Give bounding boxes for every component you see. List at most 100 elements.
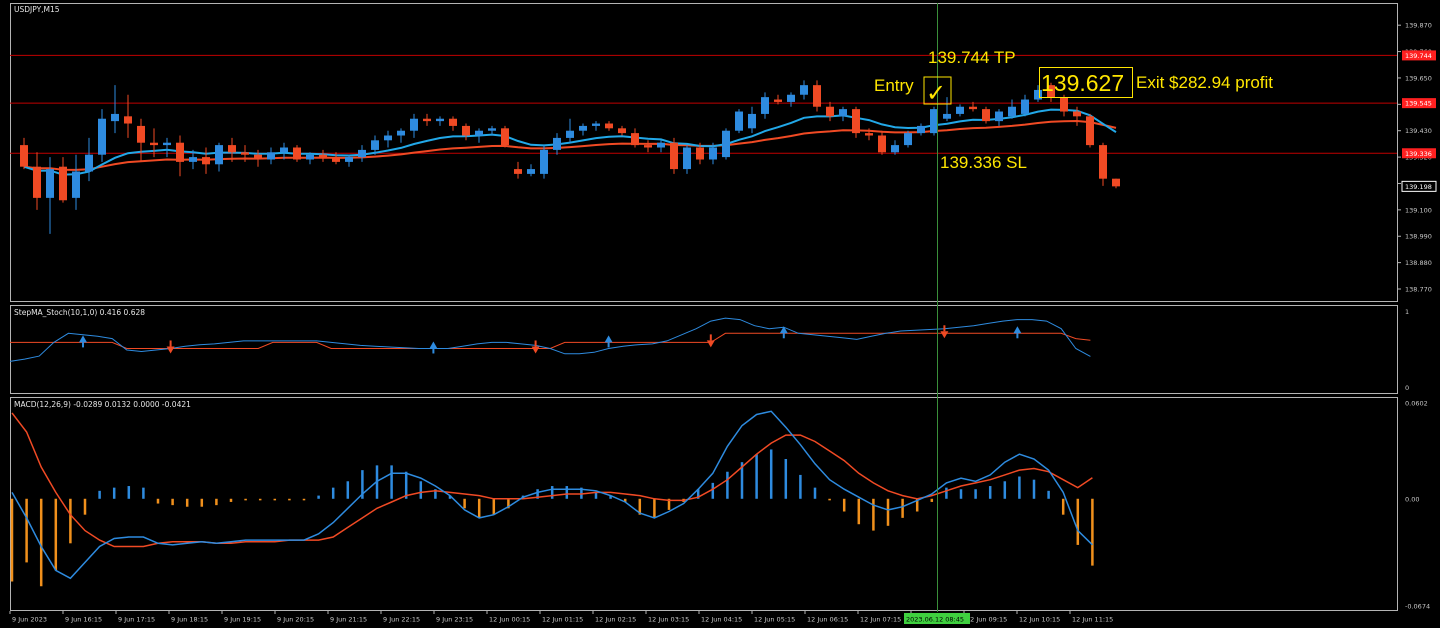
time-axis-label: 12 Jun 04:15 bbox=[701, 616, 742, 624]
time-axis-label: 9 Jun 17:15 bbox=[118, 616, 155, 624]
candle-body bbox=[644, 145, 652, 148]
candle bbox=[826, 101, 834, 122]
time-axis-label: 12 Jun 05:15 bbox=[754, 616, 795, 624]
stoch-indicator-panel[interactable] bbox=[10, 305, 1398, 394]
candle-body bbox=[1112, 178, 1120, 187]
candle-body bbox=[696, 147, 704, 160]
candle bbox=[917, 123, 925, 136]
price-tag-label: 139.744 bbox=[1405, 52, 1432, 60]
candle bbox=[137, 118, 145, 162]
time-axis-label: 9 Jun 18:15 bbox=[171, 616, 208, 624]
candle-body bbox=[839, 109, 847, 117]
candle-body bbox=[1073, 111, 1081, 117]
candle-body bbox=[215, 145, 223, 165]
candle bbox=[904, 130, 912, 148]
candle bbox=[813, 80, 821, 112]
tp-annotation: 139.744 TP bbox=[928, 48, 1016, 67]
arrow-head bbox=[706, 340, 715, 348]
candle bbox=[878, 130, 886, 155]
stoch-axis-label: 0 bbox=[1405, 384, 1409, 392]
candle bbox=[98, 109, 106, 162]
candle bbox=[293, 145, 301, 162]
candle bbox=[20, 137, 28, 170]
price-axis-label: 139.650 bbox=[1405, 74, 1432, 82]
chart-canvas[interactable]: 139.870139.760139.650139.540139.430139.3… bbox=[0, 0, 1440, 624]
candle bbox=[930, 106, 938, 136]
signal-arrow-up-icon bbox=[79, 335, 87, 348]
stoch-signal-line bbox=[10, 332, 1091, 349]
macd-indicator-panel[interactable] bbox=[10, 397, 1398, 611]
arrow-head bbox=[166, 346, 175, 354]
candle bbox=[592, 121, 600, 131]
candle-body bbox=[462, 125, 470, 136]
time-axis-label: 9 Jun 20:15 bbox=[277, 616, 314, 624]
time-axis-label: 12 Jun 02:15 bbox=[595, 616, 636, 624]
candle-body bbox=[982, 109, 990, 122]
cursor-time-label: 2023.06.12 08:45 bbox=[906, 616, 964, 624]
candle-body bbox=[33, 166, 41, 198]
candle-body bbox=[670, 142, 678, 170]
candle-body bbox=[137, 125, 145, 143]
candle bbox=[579, 123, 587, 136]
candle bbox=[748, 106, 756, 134]
candle-body bbox=[683, 147, 691, 170]
candle-body bbox=[1099, 145, 1107, 179]
candle bbox=[33, 152, 41, 210]
stoch-title: StepMA_Stoch(10,1,0) 0.416 0.628 bbox=[14, 308, 145, 317]
candle bbox=[1021, 94, 1029, 117]
macd-axis-label: -0.0674 bbox=[1405, 603, 1430, 611]
candle bbox=[995, 109, 1003, 126]
signal-arrow-down-icon bbox=[940, 325, 949, 339]
candle bbox=[566, 118, 574, 143]
candle-body bbox=[566, 130, 574, 138]
sl-annotation: 139.336 SL bbox=[940, 153, 1027, 172]
candle-body bbox=[202, 157, 210, 165]
candle-body bbox=[969, 106, 977, 110]
candle-body bbox=[579, 125, 587, 131]
price-axis-label: 138.770 bbox=[1405, 286, 1432, 294]
candle bbox=[839, 106, 847, 122]
candle bbox=[787, 92, 795, 107]
time-axis-label: 9 Jun 22:15 bbox=[383, 616, 420, 624]
candle-body bbox=[592, 123, 600, 126]
arrow-head bbox=[940, 331, 949, 339]
candle-body bbox=[46, 169, 54, 198]
time-axis-label: 12 Jun 07:15 bbox=[860, 616, 901, 624]
candle bbox=[683, 145, 691, 174]
candle-body bbox=[345, 157, 353, 162]
candle bbox=[514, 161, 522, 179]
signal-arrow-up-icon bbox=[1013, 326, 1022, 339]
candle-body bbox=[813, 85, 821, 107]
signal-arrow-down-icon bbox=[166, 340, 175, 354]
candle bbox=[384, 130, 392, 148]
candle-body bbox=[189, 157, 197, 162]
candle bbox=[358, 145, 366, 162]
signal-arrow-down-icon bbox=[531, 340, 540, 354]
macd-axis-label: 0.0602 bbox=[1405, 400, 1428, 408]
candle-body bbox=[124, 116, 132, 124]
candle bbox=[956, 104, 964, 117]
candle-body bbox=[1086, 116, 1094, 146]
arrow-head bbox=[429, 341, 438, 349]
candle-body bbox=[267, 152, 275, 160]
candle bbox=[891, 140, 899, 155]
time-axis-label: 12 Jun 00:15 bbox=[489, 616, 530, 624]
candle bbox=[501, 125, 509, 148]
candle-body bbox=[163, 142, 171, 146]
candle bbox=[59, 157, 67, 203]
candle-body bbox=[332, 157, 340, 162]
candle bbox=[176, 135, 184, 177]
candle bbox=[462, 123, 470, 141]
candle-body bbox=[540, 149, 548, 174]
candle-body bbox=[657, 142, 665, 148]
candle bbox=[605, 121, 613, 131]
candle-body bbox=[150, 142, 158, 146]
time-axis-label: 9 Jun 16:15 bbox=[65, 616, 102, 624]
candle-body bbox=[319, 154, 327, 158]
candle-body bbox=[1021, 99, 1029, 114]
candle bbox=[345, 154, 353, 167]
candle-body bbox=[72, 171, 80, 198]
candle-body bbox=[709, 147, 717, 160]
candle bbox=[644, 140, 652, 153]
candle-body bbox=[488, 128, 496, 131]
